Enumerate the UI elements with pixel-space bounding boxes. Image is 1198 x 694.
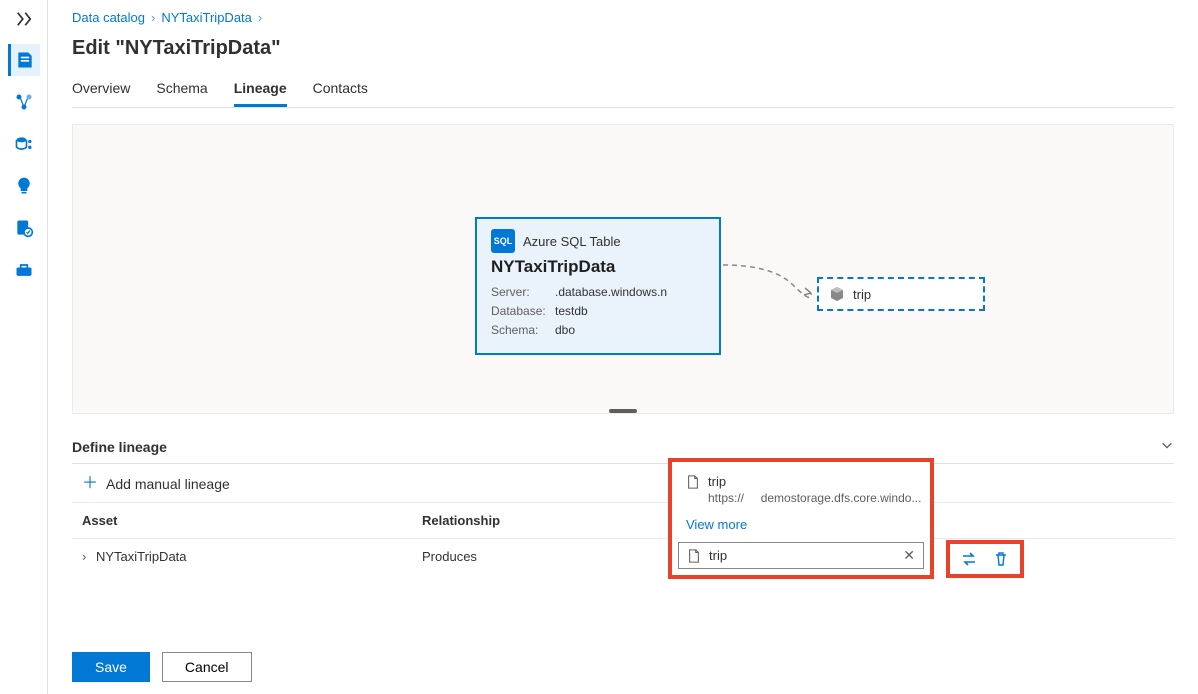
file-icon <box>686 475 700 489</box>
result-name: trip <box>708 474 726 489</box>
breadcrumb-root[interactable]: Data catalog <box>72 10 145 25</box>
schema-value: dbo <box>555 321 575 340</box>
tabs: Overview Schema Lineage Contacts <box>72 76 1174 108</box>
asset-search-popup: trip https:// demostorage.dfs.core.windo… <box>668 458 934 579</box>
nav-management[interactable] <box>8 254 40 286</box>
col-asset: Asset <box>82 513 422 528</box>
lineage-node-source[interactable]: SQL Azure SQL Table NYTaxiTripData Serve… <box>475 217 721 355</box>
add-label: Add manual lineage <box>106 476 230 492</box>
plus-icon: ＋ <box>82 476 98 492</box>
breadcrumb: Data catalog › NYTaxiTripData › <box>72 0 1174 31</box>
nav-rail <box>0 0 48 694</box>
server-value: .database.windows.n <box>555 283 667 302</box>
node-type-label: Azure SQL Table <box>523 234 621 249</box>
nav-policy[interactable] <box>8 212 40 244</box>
server-label: Server: <box>491 283 551 302</box>
nav-sources[interactable] <box>8 128 40 160</box>
swap-direction-button[interactable] <box>958 548 980 570</box>
view-more-link[interactable]: View more <box>672 511 930 542</box>
chevron-right-icon: › <box>258 10 262 25</box>
cancel-button[interactable]: Cancel <box>162 652 252 682</box>
nav-data-map[interactable] <box>8 86 40 118</box>
asset-search-input[interactable]: trip ✕ <box>678 542 924 569</box>
lineage-canvas[interactable]: SQL Azure SQL Table NYTaxiTripData Serve… <box>72 124 1174 414</box>
save-button[interactable]: Save <box>72 652 150 682</box>
tab-schema[interactable]: Schema <box>156 76 207 107</box>
page-title: Edit "NYTaxiTripData" <box>72 31 1174 76</box>
chevron-right-icon[interactable]: › <box>82 549 86 564</box>
chevron-down-icon[interactable] <box>1160 438 1174 455</box>
add-manual-lineage-button[interactable]: ＋ Add manual lineage <box>72 464 1174 503</box>
search-result-item[interactable]: trip <box>672 466 930 491</box>
schema-label: Schema: <box>491 321 551 340</box>
expand-rail-icon[interactable] <box>9 4 39 34</box>
resize-handle[interactable] <box>609 409 637 413</box>
input-value: trip <box>709 548 895 563</box>
file-icon <box>829 286 845 302</box>
chevron-right-icon: › <box>151 10 155 25</box>
clear-icon[interactable]: ✕ <box>903 547 915 564</box>
tab-lineage[interactable]: Lineage <box>234 76 287 107</box>
section-title: Define lineage <box>72 439 167 455</box>
delete-button[interactable] <box>990 548 1012 570</box>
row-actions <box>946 540 1024 578</box>
row-asset: NYTaxiTripData <box>96 549 187 564</box>
database-label: Database: <box>491 302 551 321</box>
nav-data-catalog[interactable] <box>8 44 40 76</box>
sql-icon: SQL <box>491 229 515 253</box>
target-node-name: trip <box>853 287 871 302</box>
result-path: https:// demostorage.dfs.core.windo... <box>672 491 930 511</box>
tab-overview[interactable]: Overview <box>72 76 130 107</box>
nav-insights[interactable] <box>8 170 40 202</box>
footer-actions: Save Cancel <box>72 652 252 682</box>
lineage-edge <box>723 255 823 305</box>
tab-contacts[interactable]: Contacts <box>313 76 368 107</box>
lineage-node-target[interactable]: trip <box>817 277 985 311</box>
table-headers: Asset Relationship <box>72 503 1174 539</box>
file-icon <box>687 549 701 563</box>
node-name: NYTaxiTripData <box>491 257 705 277</box>
breadcrumb-asset[interactable]: NYTaxiTripData <box>161 10 252 25</box>
database-value: testdb <box>555 302 588 321</box>
